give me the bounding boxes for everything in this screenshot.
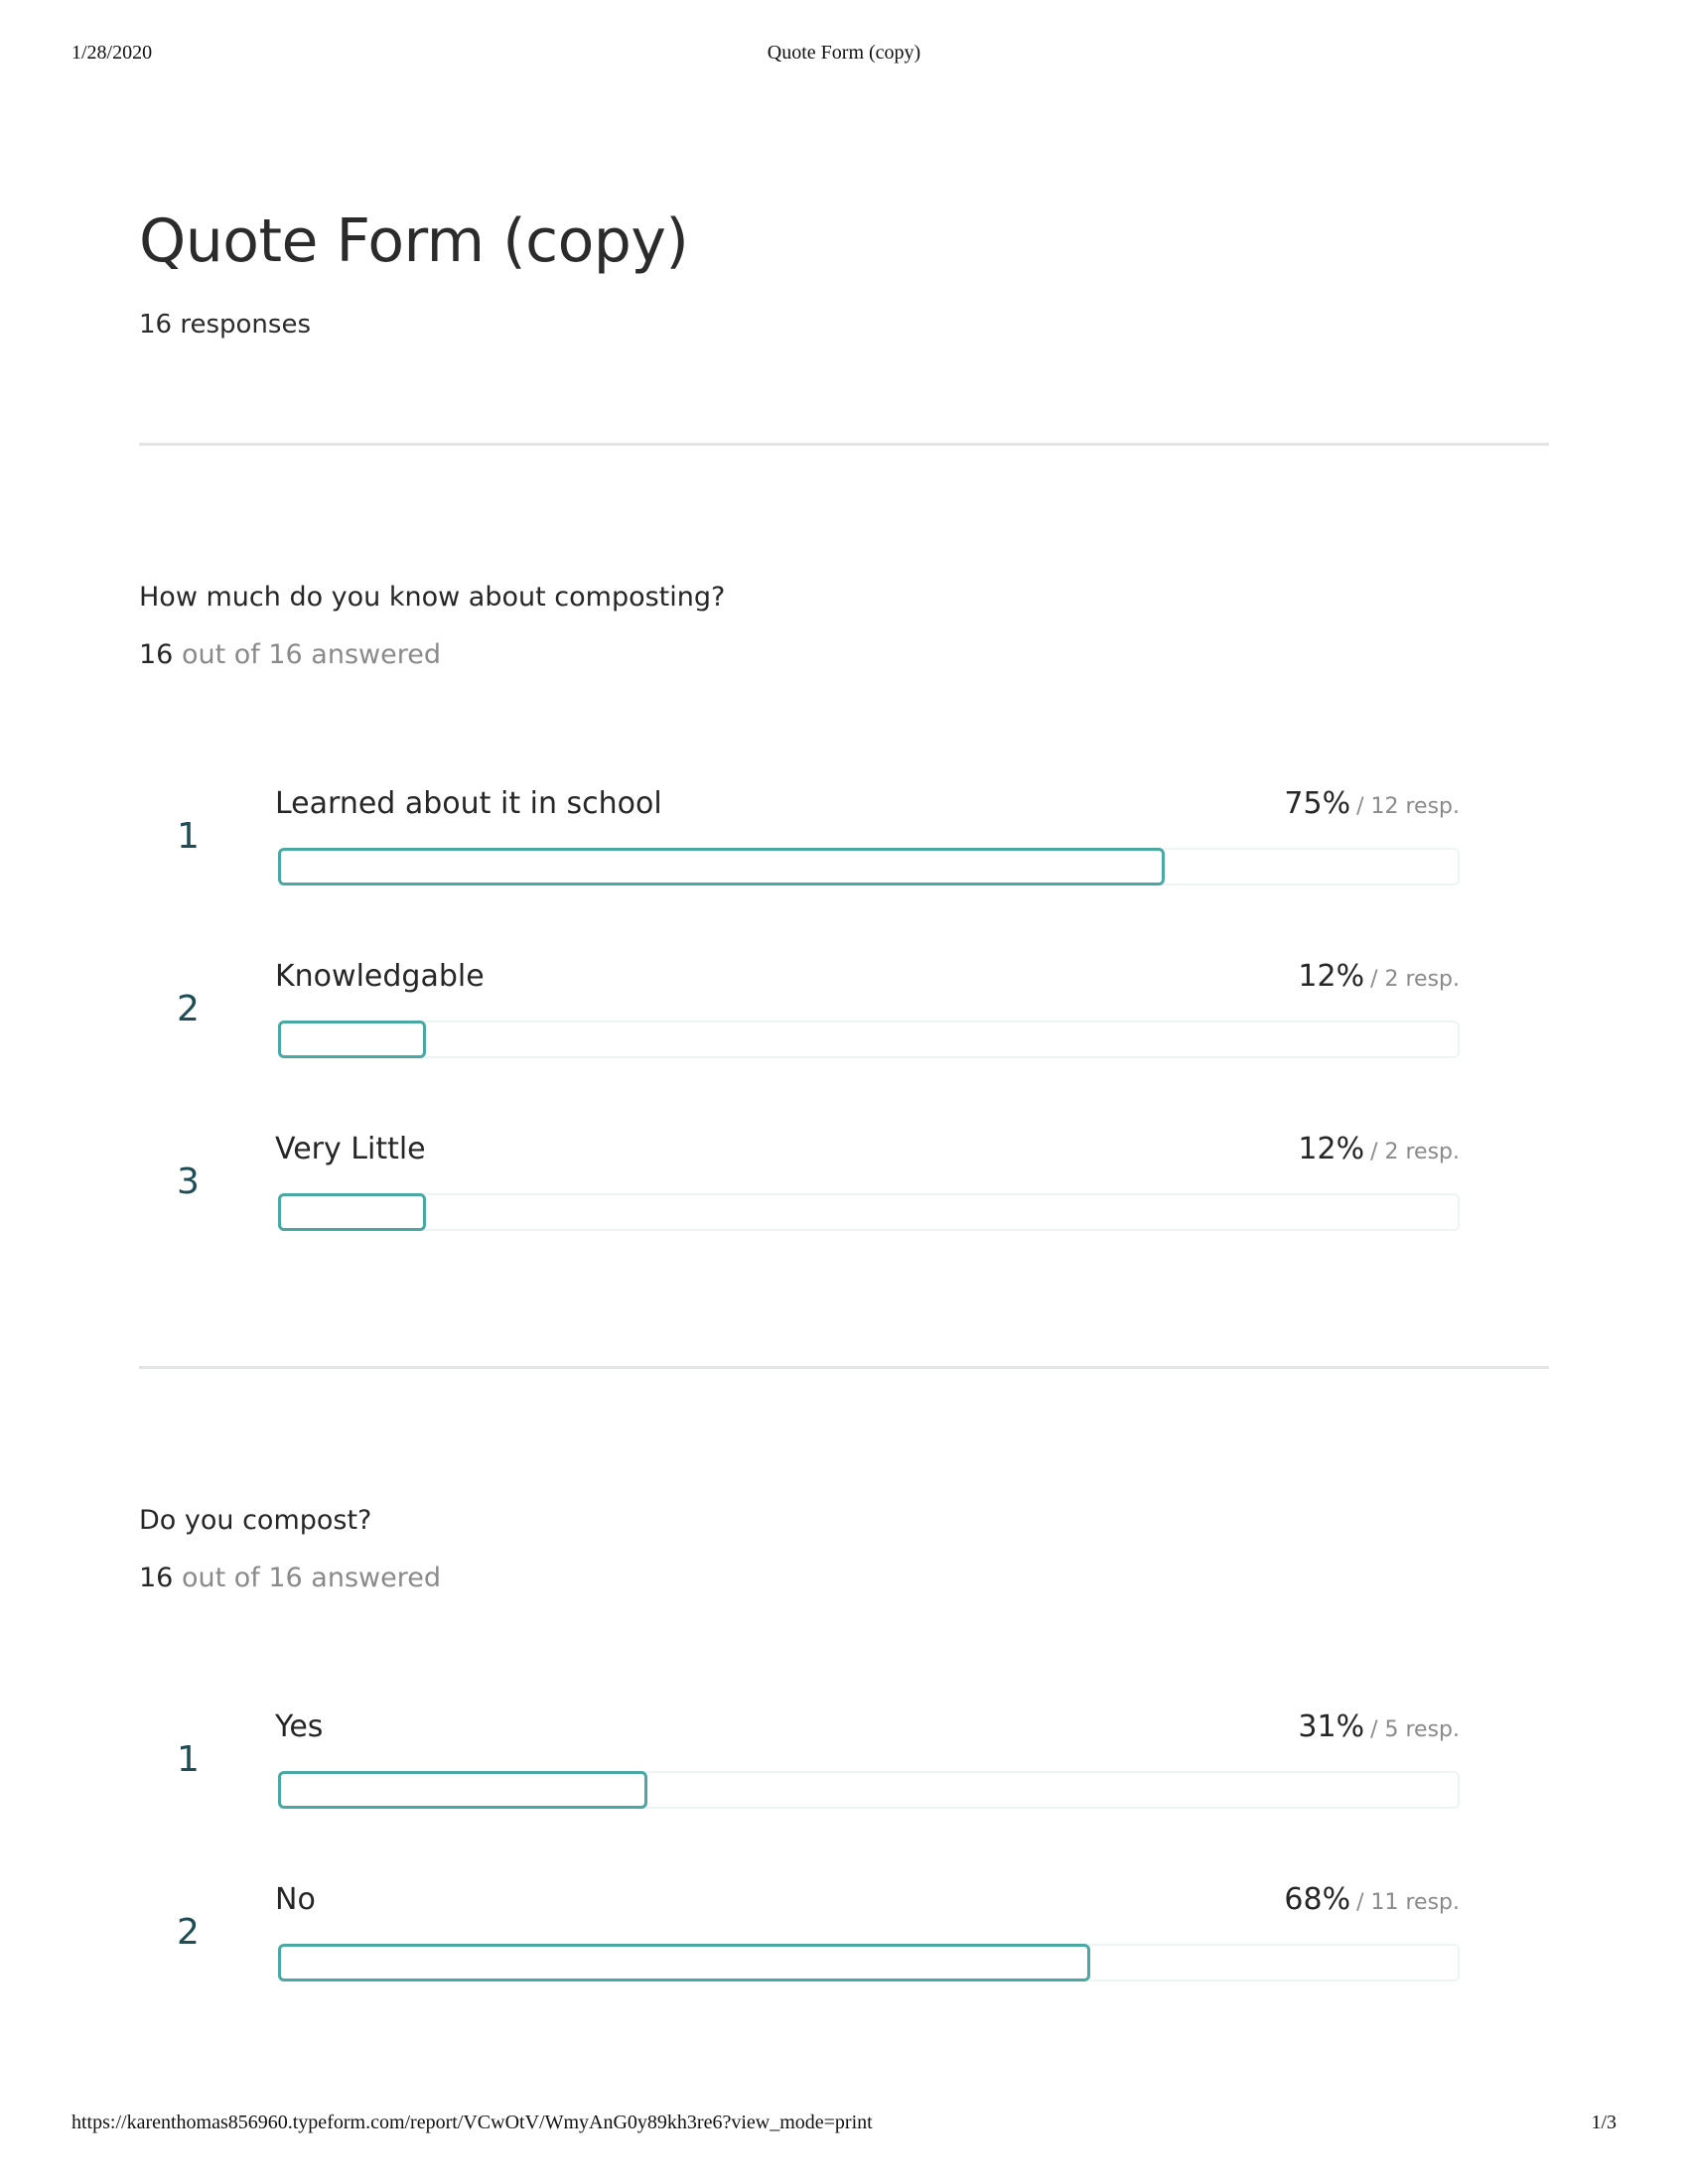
- progress-fill: [278, 1021, 426, 1058]
- print-header: 1/28/2020 Quote Form (copy): [71, 42, 1617, 68]
- page-url: https://karenthomas856960.typeform.com/r…: [71, 2112, 873, 2133]
- option-stat: 68%/ 11 resp.: [1284, 1882, 1460, 1917]
- section-divider: [139, 443, 1549, 446]
- answered-total: out of 16 answered: [173, 1563, 441, 1593]
- question-text: How much do you know about composting?: [139, 582, 726, 613]
- question-text: Do you compost?: [139, 1505, 372, 1536]
- progress-track: [278, 1944, 1460, 1981]
- option-resp: / 2 resp.: [1370, 1140, 1460, 1164]
- answer-option: 3 Very Little 12%/ 2 resp.: [139, 1132, 1549, 1259]
- answered-total: out of 16 answered: [173, 639, 441, 670]
- option-resp: / 2 resp.: [1370, 967, 1460, 992]
- answered-number: 16: [139, 639, 174, 670]
- progress-fill: [278, 1193, 426, 1231]
- option-stat: 12%/ 2 resp.: [1298, 1132, 1460, 1166]
- progress-fill: [278, 1771, 647, 1809]
- answered-count: 16 out of 16 answered: [139, 639, 441, 670]
- progress-track: [278, 1771, 1460, 1809]
- answer-option: 2 Knowledgable 12%/ 2 resp.: [139, 959, 1549, 1086]
- option-percent: 68%: [1284, 1882, 1351, 1917]
- progress-fill: [278, 848, 1165, 886]
- option-label: Yes: [275, 1709, 324, 1744]
- option-label: Learned about it in school: [275, 786, 662, 821]
- option-stat: 12%/ 2 resp.: [1298, 959, 1460, 994]
- section-divider: [139, 1366, 1549, 1369]
- progress-fill: [278, 1944, 1090, 1981]
- answer-option: 1 Yes 31%/ 5 resp.: [139, 1709, 1549, 1837]
- progress-track: [278, 1193, 1460, 1231]
- report-title: Quote Form (copy): [139, 206, 689, 276]
- print-footer: https://karenthomas856960.typeform.com/r…: [71, 2112, 1617, 2137]
- option-label: Knowledgable: [275, 959, 485, 994]
- option-stat: 31%/ 5 resp.: [1298, 1709, 1460, 1744]
- option-percent: 75%: [1284, 786, 1351, 821]
- option-label: No: [275, 1882, 316, 1917]
- option-percent: 12%: [1298, 1132, 1365, 1166]
- progress-track: [278, 1021, 1460, 1058]
- option-stat: 75%/ 12 resp.: [1284, 786, 1460, 821]
- option-index: 2: [177, 1912, 200, 1953]
- option-index: 2: [177, 989, 200, 1029]
- option-index: 1: [177, 1739, 200, 1780]
- option-label: Very Little: [275, 1132, 426, 1166]
- progress-track: [278, 848, 1460, 886]
- answer-option: 2 No 68%/ 11 resp.: [139, 1882, 1549, 2009]
- answered-count: 16 out of 16 answered: [139, 1563, 441, 1593]
- option-index: 1: [177, 816, 200, 857]
- page-number: 1/3: [1591, 2112, 1617, 2133]
- option-resp: / 11 resp.: [1356, 1890, 1460, 1915]
- response-count: 16 responses: [139, 310, 311, 340]
- option-percent: 12%: [1298, 959, 1365, 994]
- answered-number: 16: [139, 1563, 174, 1593]
- option-index: 3: [177, 1161, 200, 1202]
- option-resp: / 12 resp.: [1356, 794, 1460, 819]
- option-resp: / 5 resp.: [1370, 1717, 1460, 1742]
- answer-option: 1 Learned about it in school 75%/ 12 res…: [139, 786, 1549, 913]
- option-percent: 31%: [1298, 1709, 1365, 1744]
- print-page-title: Quote Form (copy): [767, 42, 921, 64]
